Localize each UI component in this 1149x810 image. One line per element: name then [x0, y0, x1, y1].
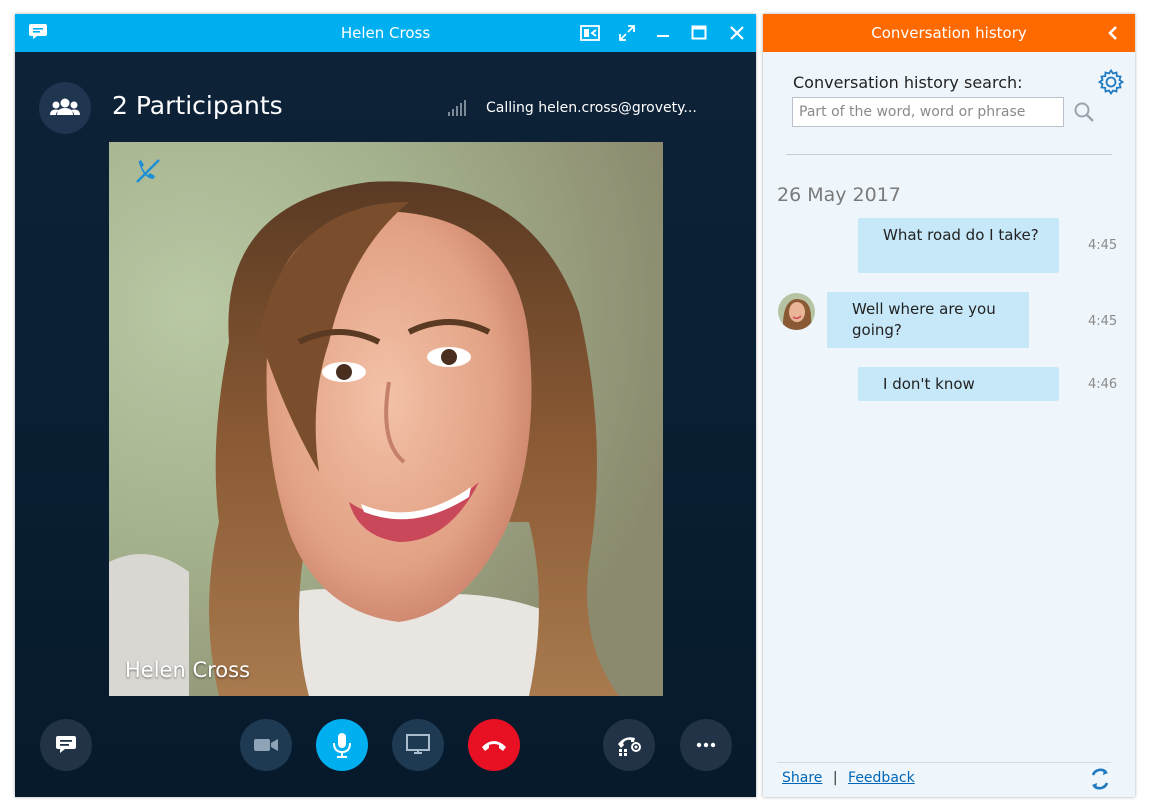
more-options-button[interactable] [680, 719, 732, 771]
video-button[interactable] [240, 719, 292, 771]
conversation-history-panel: Conversation history Conversation histor… [763, 14, 1135, 797]
history-header: Conversation history [763, 14, 1135, 52]
call-titlebar: Helen Cross [15, 14, 756, 52]
compact-view-icon[interactable] [580, 23, 600, 43]
calling-status: Calling helen.cross@grovety... [486, 100, 697, 116]
message-bubble-3: I don't know [858, 367, 1059, 401]
close-icon[interactable] [727, 23, 747, 43]
back-chevron-icon[interactable] [1106, 25, 1120, 41]
search-label: Conversation history search: [793, 73, 1023, 92]
call-controls-button[interactable] [603, 719, 655, 771]
chat-button[interactable] [40, 719, 92, 771]
message-bubble-2: Well where are you going? [827, 292, 1029, 348]
contact-video-image [109, 142, 663, 696]
feedback-link[interactable]: Feedback [848, 770, 915, 786]
avatar [778, 293, 815, 330]
chat-icon [56, 736, 76, 753]
footer-divider [777, 762, 1111, 763]
call-window: Helen Cross 2 Participants Calling helen… [15, 14, 756, 797]
message-bubble-1: What road do I take? [858, 218, 1059, 273]
maximize-icon[interactable] [689, 23, 709, 43]
history-title: Conversation history [871, 24, 1027, 42]
participants-count: 2 Participants [112, 91, 283, 120]
screen-share-button[interactable] [392, 719, 444, 771]
participants-button[interactable] [39, 82, 91, 134]
more-icon [696, 742, 716, 748]
video-name-label: Helen Cross [125, 658, 251, 682]
refresh-icon[interactable] [1088, 767, 1112, 791]
contact-avatar-image [778, 293, 815, 330]
search-input[interactable] [792, 97, 1064, 127]
signal-icon [448, 100, 466, 116]
minimize-icon[interactable] [653, 23, 673, 43]
microphone-icon [333, 733, 351, 758]
divider [786, 154, 1112, 155]
video-camera-icon [254, 739, 278, 751]
end-call-button[interactable] [468, 719, 520, 771]
message-time-1: 4:45 [1088, 238, 1118, 253]
gear-icon[interactable] [1097, 68, 1125, 96]
history-footer: Share | Feedback [782, 770, 915, 786]
call-controls-icon [618, 737, 641, 756]
participants-icon [50, 98, 80, 115]
message-time-2: 4:45 [1088, 314, 1118, 329]
video-feed: Helen Cross [109, 142, 663, 696]
footer-separator: | [832, 770, 838, 786]
fullscreen-icon[interactable] [617, 23, 637, 43]
message-time-3: 4:46 [1088, 377, 1118, 392]
share-link[interactable]: Share [782, 770, 822, 786]
mic-muted-indicator-icon [136, 159, 160, 183]
end-call-icon [482, 741, 506, 751]
conversation-date: 26 May 2017 [777, 184, 901, 206]
screen-share-icon [406, 734, 430, 754]
microphone-button[interactable] [316, 719, 368, 771]
search-icon[interactable] [1073, 101, 1095, 123]
call-window-title: Helen Cross [340, 24, 431, 42]
